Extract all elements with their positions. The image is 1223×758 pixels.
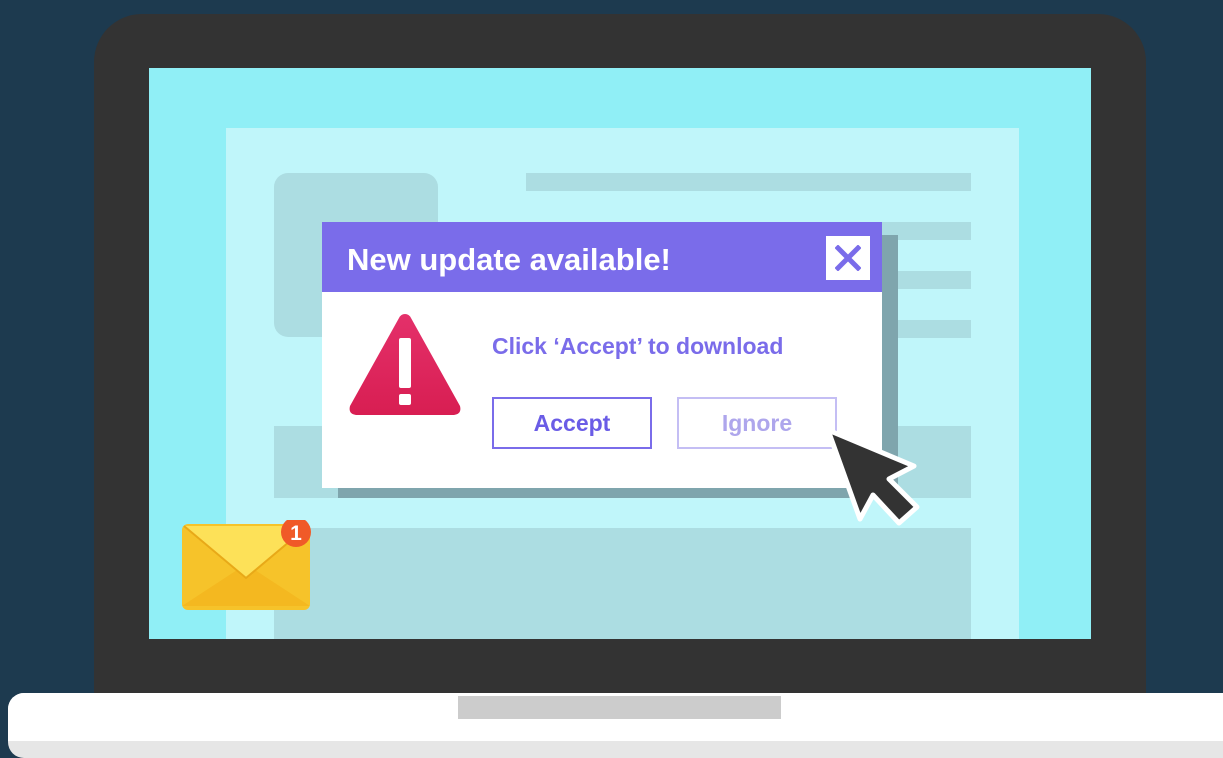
ignore-button[interactable]: Ignore (677, 397, 837, 449)
notification-badge-count: 1 (290, 522, 302, 545)
ignore-button-label: Ignore (721, 409, 793, 436)
warning-icon (349, 314, 461, 415)
mail-icon[interactable]: 1 (182, 520, 318, 612)
text-line-placeholder (526, 173, 971, 191)
close-icon (835, 245, 861, 271)
laptop-opening-notch (458, 696, 781, 719)
dialog-title: New update available! (347, 242, 671, 277)
accept-button-label: Accept (533, 409, 611, 436)
content-block-placeholder (274, 528, 971, 639)
dialog-header: New update available! (322, 222, 882, 292)
update-dialog: New update available! Click ‘Accept’ to … (322, 222, 882, 488)
laptop-base (8, 693, 1223, 758)
close-button[interactable] (826, 236, 870, 280)
dialog-message: Click ‘Accept’ to download (492, 333, 784, 359)
accept-button[interactable]: Accept (492, 397, 652, 449)
mouse-cursor-icon (825, 427, 920, 526)
